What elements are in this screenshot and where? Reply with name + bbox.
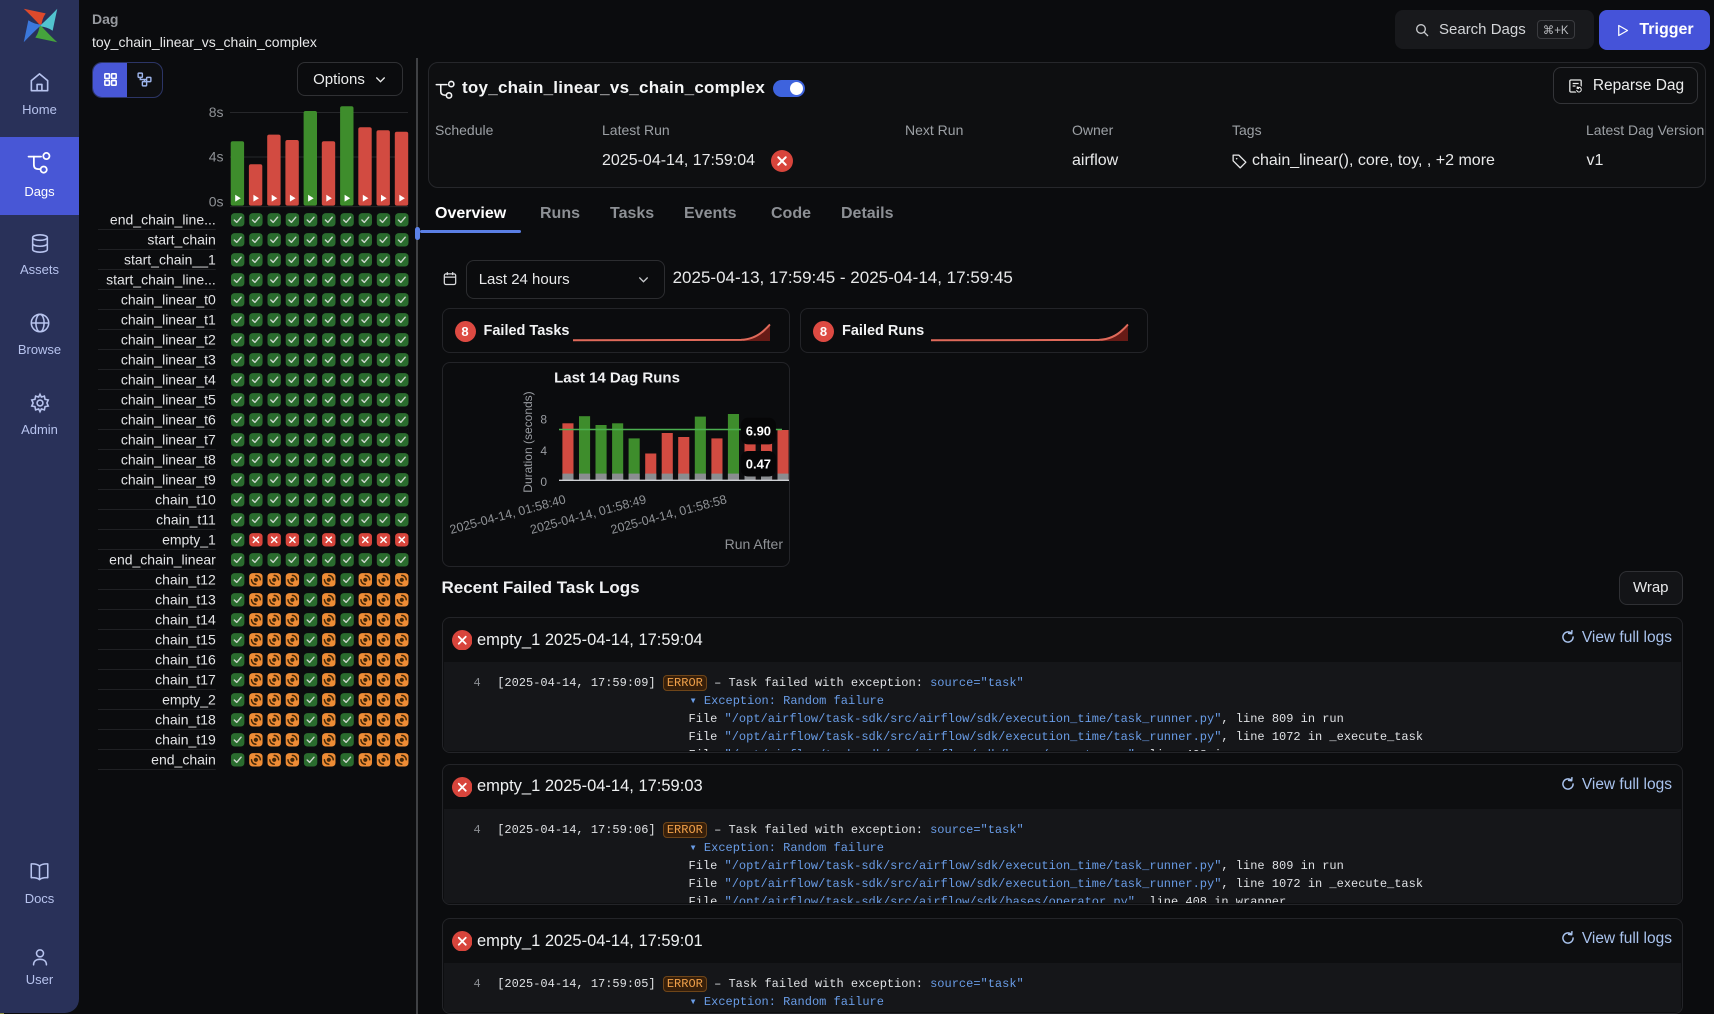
svg-text:6.90: 6.90 <box>745 424 770 439</box>
svg-text:chain_linear_t0: chain_linear_t0 <box>121 292 216 308</box>
svg-text:end_chain: end_chain <box>151 752 216 768</box>
svg-text:chain_t15: chain_t15 <box>155 632 216 648</box>
svg-text:chain_t16: chain_t16 <box>155 652 216 668</box>
svg-text:chain_t19: chain_t19 <box>155 732 216 748</box>
svg-text:chain_linear_t5: chain_linear_t5 <box>121 392 216 408</box>
svg-text:chain_linear_t7: chain_linear_t7 <box>121 432 216 448</box>
svg-text:chain_t18: chain_t18 <box>155 712 216 728</box>
svg-text:chain_linear_t6: chain_linear_t6 <box>121 412 216 428</box>
svg-text:4: 4 <box>540 444 547 458</box>
svg-text:chain_t10: chain_t10 <box>155 492 216 508</box>
svg-text:chain_t17: chain_t17 <box>155 672 216 688</box>
svg-text:chain_t13: chain_t13 <box>155 592 216 608</box>
svg-text:chain_linear_t2: chain_linear_t2 <box>121 332 216 348</box>
svg-text:0: 0 <box>540 475 547 489</box>
svg-text:chain_t14: chain_t14 <box>155 612 216 628</box>
svg-text:start_chain__1: start_chain__1 <box>124 252 216 268</box>
svg-text:0.47: 0.47 <box>745 457 770 472</box>
svg-text:start_chain: start_chain <box>147 232 215 248</box>
svg-text:chain_linear_t3: chain_linear_t3 <box>121 352 216 368</box>
svg-text:8: 8 <box>540 412 547 426</box>
svg-text:4s: 4s <box>209 149 224 165</box>
svg-text:0s: 0s <box>209 194 224 210</box>
svg-text:empty_2: empty_2 <box>162 692 216 708</box>
svg-text:end_chain_line...: end_chain_line... <box>110 212 216 228</box>
svg-text:chain_linear_t1: chain_linear_t1 <box>121 312 216 328</box>
svg-text:chain_t12: chain_t12 <box>155 572 216 588</box>
svg-text:Last 14 Dag Runs: Last 14 Dag Runs <box>554 370 680 387</box>
svg-text:chain_t11: chain_t11 <box>156 512 216 528</box>
svg-text:empty_1: empty_1 <box>162 532 216 548</box>
svg-text:chain_linear_t4: chain_linear_t4 <box>121 372 216 388</box>
svg-text:Duration (seconds): Duration (seconds) <box>521 391 535 492</box>
svg-text:end_chain_linear: end_chain_linear <box>109 552 216 568</box>
svg-text:Run After: Run After <box>724 536 783 552</box>
svg-text:start_chain_line...: start_chain_line... <box>106 272 216 288</box>
svg-text:chain_linear_t9: chain_linear_t9 <box>121 472 216 488</box>
svg-text:8s: 8s <box>209 104 224 120</box>
svg-text:chain_linear_t8: chain_linear_t8 <box>121 452 216 468</box>
